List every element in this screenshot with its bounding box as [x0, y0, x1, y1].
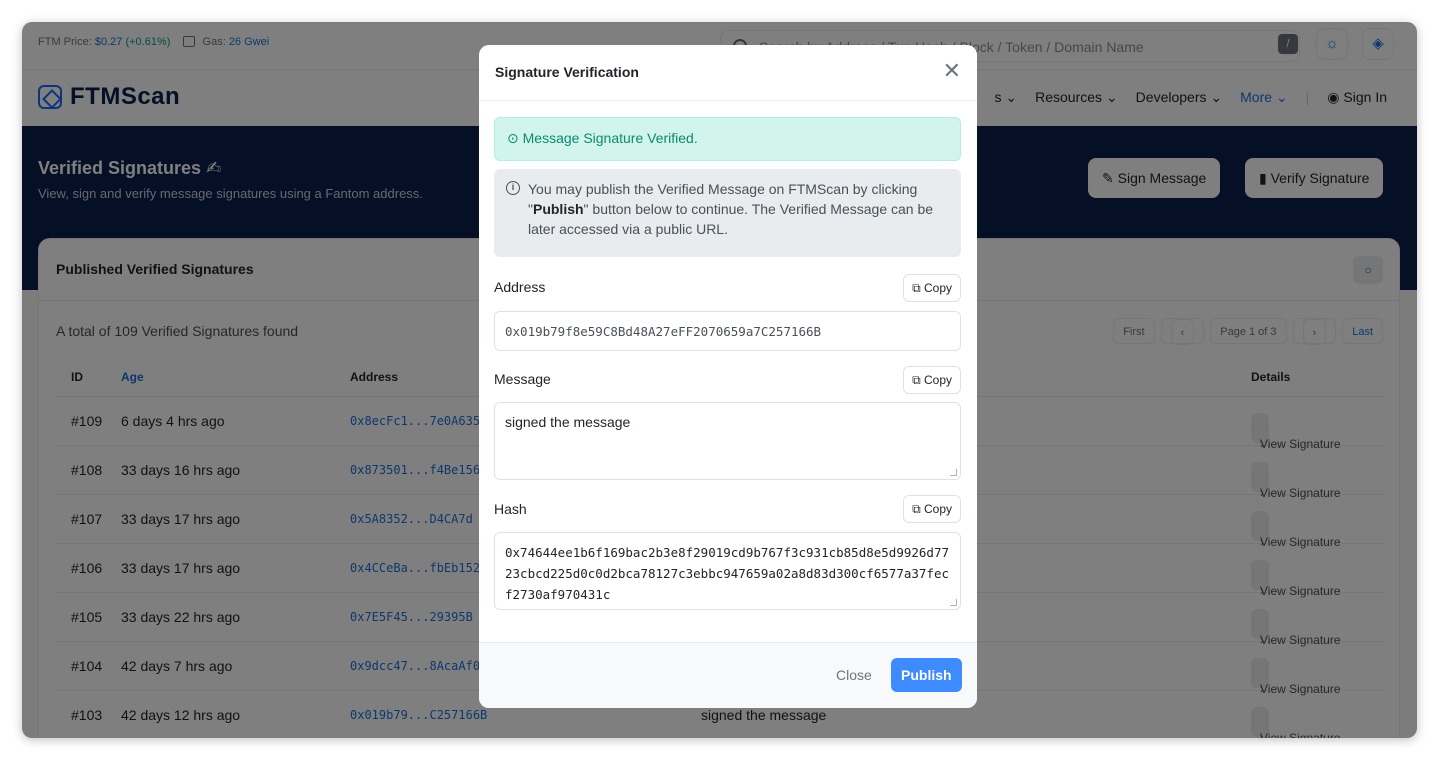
info-text-bold: Publish: [532, 201, 584, 217]
modal-title: Signature Verification: [495, 64, 639, 80]
copy-message-button[interactable]: ⧉ Copy: [903, 366, 961, 394]
message-text: signed the message: [505, 414, 631, 430]
close-icon[interactable]: ✕: [943, 59, 961, 83]
message-label: Message: [494, 371, 551, 387]
modal-header: Signature Verification ✕: [479, 45, 977, 101]
copy-icon: ⧉: [912, 281, 921, 295]
modal-footer: Close Publish: [479, 642, 977, 708]
info-icon: i: [506, 181, 520, 195]
close-button[interactable]: Close: [836, 667, 872, 683]
copy-address-button[interactable]: ⧉ Copy: [903, 274, 961, 302]
address-field[interactable]: 0x019b79f8e59C8Bd48A27eFF2070659a7C25716…: [494, 311, 961, 351]
copy-icon: ⧉: [912, 502, 921, 516]
resize-handle[interactable]: [950, 469, 957, 476]
hash-text: 0x74644ee1b6f169bac2b3e8f29019cd9b767f3c…: [505, 545, 950, 602]
copy-label: Copy: [923, 373, 952, 387]
copy-hash-button[interactable]: ⧉ Copy: [903, 495, 961, 523]
hash-label: Hash: [494, 501, 527, 517]
signature-verification-modal: Signature Verification ✕ ⊙ Message Signa…: [479, 45, 977, 708]
info-alert: i You may publish the Verified Message o…: [494, 169, 961, 257]
address-label: Address: [494, 279, 546, 295]
info-text-post: " button below to continue. The Verified…: [528, 201, 934, 237]
copy-label: Copy: [923, 281, 952, 295]
success-alert: ⊙ Message Signature Verified.: [494, 117, 961, 161]
copy-icon: ⧉: [912, 373, 921, 387]
copy-label: Copy: [923, 502, 952, 516]
success-text: Message Signature Verified.: [522, 130, 698, 146]
hash-field[interactable]: 0x74644ee1b6f169bac2b3e8f29019cd9b767f3c…: [494, 532, 961, 610]
resize-handle[interactable]: [950, 599, 957, 606]
message-field[interactable]: signed the message: [494, 402, 961, 480]
check-circle-icon: ⊙: [507, 130, 519, 146]
publish-button[interactable]: Publish: [891, 658, 962, 692]
